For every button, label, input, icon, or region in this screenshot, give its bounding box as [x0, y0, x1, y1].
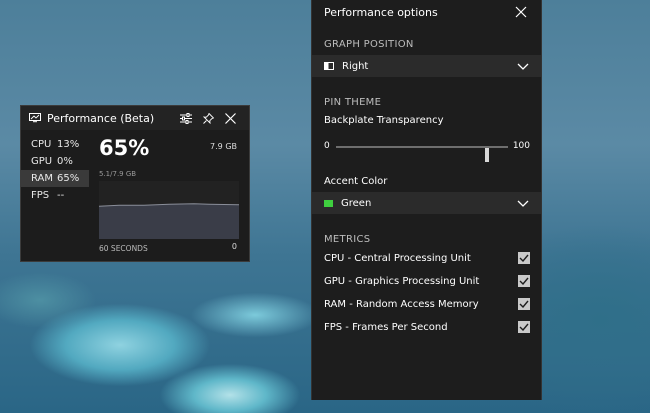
slider-thumb[interactable] — [485, 148, 490, 162]
stat-value: -- — [57, 190, 65, 201]
slider-track[interactable] — [336, 146, 508, 162]
checkbox[interactable] — [518, 252, 530, 264]
performance-widget[interactable]: Performance (Beta) CPU 13% GPU 0% RAM 65… — [20, 105, 250, 262]
graph-area — [99, 203, 239, 239]
metric-label: CPU - Central Processing Unit — [324, 252, 471, 264]
chevron-down-icon — [517, 200, 529, 207]
stat-value: 0% — [57, 156, 73, 167]
metric-ram[interactable]: RAM - Random Access Memory — [324, 296, 530, 312]
metric-cpu[interactable]: CPU - Central Processing Unit — [324, 250, 530, 266]
stat-row-fps[interactable]: FPS -- — [21, 187, 89, 204]
metrics-label: METRICS — [324, 234, 371, 245]
checkbox[interactable] — [518, 275, 530, 287]
performance-options-panel: Performance options GRAPH POSITION Right… — [311, 0, 542, 400]
checkmark-icon — [519, 277, 529, 285]
graph-position-dropdown[interactable]: Right — [312, 55, 541, 77]
usage-graph — [99, 181, 239, 239]
stat-value: 65% — [57, 173, 80, 184]
accent-color-value: Green — [341, 197, 372, 209]
transparency-label: Backplate Transparency — [324, 115, 444, 126]
pin-theme-label: PIN THEME — [324, 97, 382, 108]
slider-min: 0 — [324, 141, 330, 151]
stat-name: FPS — [31, 190, 50, 201]
widget-title: Performance (Beta) — [47, 111, 155, 125]
checkmark-icon — [519, 300, 529, 308]
stat-row-cpu[interactable]: CPU 13% — [21, 136, 89, 153]
chevron-down-icon — [517, 63, 529, 70]
accent-color-label: Accent Color — [324, 176, 388, 187]
metric-label: FPS - Frames Per Second — [324, 321, 448, 333]
used-memory: 5.1/7.9 GB — [99, 170, 137, 178]
stat-row-gpu[interactable]: GPU 0% — [21, 153, 89, 170]
monitor-icon — [29, 113, 41, 123]
options-header: Performance options — [312, 0, 541, 24]
dock-right-icon — [324, 62, 334, 70]
checkmark-icon — [519, 323, 529, 331]
graph-axis-left: 60 SECONDS — [99, 244, 148, 253]
metric-fps[interactable]: FPS - Frames Per Second — [324, 319, 530, 335]
big-usage-value: 65% — [99, 136, 150, 160]
pin-icon[interactable] — [197, 106, 219, 130]
slider-max: 100 — [512, 141, 530, 151]
total-memory: 7.9 GB — [210, 142, 237, 151]
widget-titlebar[interactable]: Performance (Beta) — [21, 106, 249, 130]
stat-name: CPU — [31, 139, 52, 150]
stat-name: GPU — [31, 156, 53, 167]
stat-name: RAM — [31, 173, 54, 184]
checkbox[interactable] — [518, 321, 530, 333]
metric-label: RAM - Random Access Memory — [324, 298, 479, 310]
graph-position-value: Right — [342, 60, 369, 72]
options-icon[interactable] — [175, 106, 197, 130]
stat-row-ram[interactable]: RAM 65% — [21, 170, 89, 187]
accent-color-dropdown[interactable]: Green — [312, 192, 541, 214]
transparency-slider[interactable]: 0 100 — [324, 137, 530, 162]
options-title: Performance options — [324, 5, 438, 19]
stats-list: CPU 13% GPU 0% RAM 65% FPS -- — [21, 136, 89, 204]
checkbox[interactable] — [518, 298, 530, 310]
stat-value: 13% — [57, 139, 80, 150]
metric-gpu[interactable]: GPU - Graphics Processing Unit — [324, 273, 530, 289]
color-swatch-icon — [324, 199, 333, 207]
close-icon[interactable] — [513, 4, 529, 20]
checkmark-icon — [519, 254, 529, 262]
metric-label: GPU - Graphics Processing Unit — [324, 275, 480, 287]
graph-axis-right: 0 — [231, 242, 237, 251]
close-icon[interactable] — [219, 106, 241, 130]
graph-position-label: GRAPH POSITION — [324, 39, 414, 50]
